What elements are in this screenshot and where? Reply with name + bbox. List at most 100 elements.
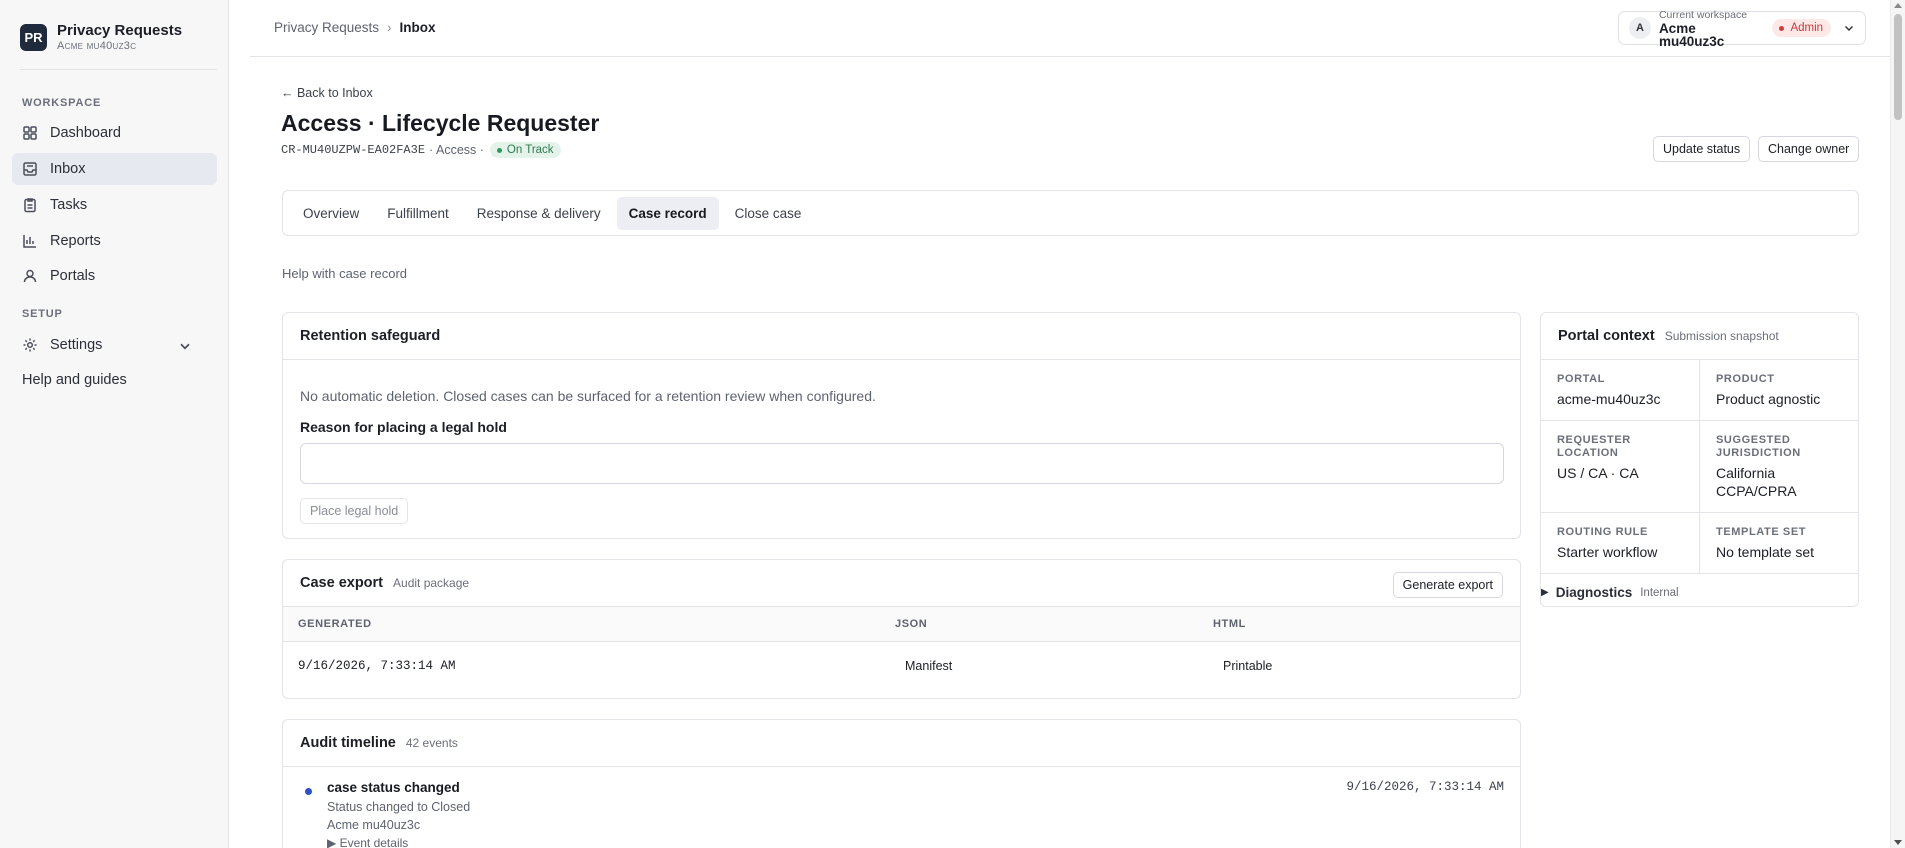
page-title: Access · Lifecycle Requester	[281, 110, 600, 136]
breadcrumb-current: Inbox	[399, 20, 436, 35]
request-type: · Access ·	[429, 143, 484, 157]
update-status-button[interactable]: Update status	[1653, 136, 1751, 162]
change-owner-button[interactable]: Change owner	[1758, 136, 1860, 162]
field-suggested-jurisdiction: SUGGESTED JURISDICTION California CCPA/C…	[1700, 421, 1858, 513]
field-value: Product agnostic	[1716, 391, 1821, 407]
portal-context-title: Portal context	[1558, 328, 1655, 344]
legal-hold-reason-label: Reason for placing a legal hold	[300, 419, 507, 435]
scroll-thumb[interactable]	[1894, 14, 1902, 120]
printable-link[interactable]: Printable	[1223, 659, 1272, 673]
event-details-toggle[interactable]: ▶ Event details	[327, 836, 408, 848]
sidebar-item-inbox[interactable]: Inbox	[12, 153, 217, 185]
timeline-dot	[305, 788, 312, 795]
workspace-switcher[interactable]: A Current workspace Acme mu40uz3c Admin	[1618, 8, 1866, 49]
brand-logo: PR	[20, 24, 47, 51]
field-value: California CCPA/CPRA	[1716, 465, 1797, 499]
diagnostics-sub: Internal	[1640, 586, 1679, 599]
retention-description: No automatic deletion. Closed cases can …	[300, 388, 876, 404]
column-json: JSON	[895, 618, 928, 630]
tab-close-case[interactable]: Close case	[723, 197, 814, 230]
sidebar-item-label: Dashboard	[50, 125, 121, 141]
gear-icon	[23, 338, 37, 352]
diagnostics-label: Diagnostics	[1555, 585, 1633, 600]
sidebar-item-tasks[interactable]: Tasks	[12, 189, 217, 221]
field-key: TEMPLATE SET	[1716, 526, 1807, 538]
tab-overview[interactable]: Overview	[291, 197, 371, 230]
diagnostics-toggle[interactable]: ▶ Diagnostics Internal	[1541, 585, 1679, 600]
brand-name: Privacy Requests	[57, 22, 183, 39]
workspace-section-label: WORKSPACE	[22, 97, 102, 109]
brand-divider	[20, 69, 217, 70]
page-scrollbar[interactable]	[1890, 0, 1905, 848]
status-badge: On Track	[489, 142, 561, 158]
sidebar-item-dashboard[interactable]: Dashboard	[12, 117, 217, 149]
place-legal-hold-button[interactable]: Place legal hold	[300, 498, 409, 524]
field-routing-rule: ROUTING RULE Starter workflow	[1541, 513, 1700, 574]
help-and-guides-link[interactable]: Help and guides	[22, 372, 127, 388]
retention-card: Retention safeguard No automatic deletio…	[282, 312, 1521, 539]
back-to-inbox-link[interactable]: ← Back to Inbox	[281, 86, 373, 100]
case-meta: CR-MU40UZPW-EA02FA3E · Access · On Track	[281, 142, 561, 158]
portals-icon	[23, 269, 37, 283]
tab-case-record[interactable]: Case record	[616, 196, 719, 230]
generate-export-button[interactable]: Generate export	[1392, 572, 1503, 598]
field-value: Starter workflow	[1557, 544, 1658, 560]
tab-fulfillment[interactable]: Fulfillment	[375, 197, 461, 230]
field-key: SUGGESTED JURISDICTION	[1716, 434, 1801, 459]
export-subtitle: Audit package	[393, 576, 470, 590]
event-actor: Acme mu40uz3c	[327, 818, 421, 832]
field-value: US / CA · CA	[1557, 465, 1639, 481]
workspace-name: Acme mu40uz3c	[1658, 20, 1725, 49]
scroll-up-icon[interactable]	[1894, 3, 1902, 8]
field-requester-location: REQUESTER LOCATION US / CA · CA	[1541, 421, 1700, 513]
export-generated-time: 9/16/2026, 7:33:14 AM	[298, 659, 456, 673]
sidebar-item-label: Inbox	[50, 161, 86, 177]
topbar: Privacy Requests › Inbox A Current workspa…	[250, 0, 1890, 57]
export-header: Case export Audit package Generate expor…	[283, 560, 1520, 607]
brand-workspace: Acme mu40uz3c	[57, 40, 137, 52]
export-table-header: GENERATED JSON HTML	[283, 607, 1520, 642]
tab-response-delivery[interactable]: Response & delivery	[465, 197, 613, 230]
table-row: 9/16/2026, 7:33:14 AM Manifest Printable	[283, 642, 1520, 690]
field-value: acme-mu40uz3c	[1557, 391, 1661, 407]
inbox-icon	[23, 162, 37, 176]
portal-context-header: Portal context Submission snapshot	[1541, 313, 1858, 360]
status-dot	[496, 147, 502, 153]
setup-section-label: SETUP	[22, 308, 63, 320]
event-detail: Status changed to Closed	[327, 800, 471, 814]
breadcrumb-parent[interactable]: Privacy Requests	[274, 20, 379, 35]
field-key: ROUTING RULE	[1557, 526, 1648, 538]
help-text: Help with case record	[282, 266, 407, 281]
audit-timeline-card: Audit timeline 42 events case status cha…	[282, 719, 1521, 848]
legal-hold-reason-input[interactable]	[300, 443, 1504, 484]
workspace-avatar: A	[1629, 17, 1651, 39]
manifest-link[interactable]: Manifest	[905, 659, 952, 673]
sidebar-item-settings[interactable]: Settings	[12, 329, 217, 361]
field-portal: PORTAL acme-mu40uz3c	[1541, 360, 1700, 421]
field-key: PORTAL	[1557, 373, 1606, 385]
sidebar-item-portals[interactable]: Portals	[12, 260, 217, 292]
audit-count: 42 events	[405, 736, 458, 750]
case-id: CR-MU40UZPW-EA02FA3E	[281, 143, 426, 157]
column-html: HTML	[1213, 618, 1246, 630]
breadcrumb-separator: ›	[387, 20, 392, 35]
sidebar-item-label: Settings	[50, 337, 103, 353]
column-generated: GENERATED	[298, 618, 372, 630]
workspace-label: Current workspace	[1658, 8, 1748, 21]
portal-context-card: Portal context Submission snapshot PORTA…	[1540, 312, 1859, 607]
tasks-icon	[24, 198, 36, 213]
role-label: Admin	[1790, 22, 1824, 34]
scroll-down-icon[interactable]	[1894, 840, 1902, 845]
reports-icon	[23, 235, 36, 248]
sidebar-item-label: Portals	[50, 268, 96, 284]
sidebar-item-label: Tasks	[50, 197, 88, 213]
case-tabs: Overview Fulfillment Response & delivery…	[282, 190, 1859, 236]
sidebar-item-reports[interactable]: Reports	[12, 225, 217, 257]
chevron-down-icon	[180, 343, 190, 350]
event-time: 9/16/2026, 7:33:14 AM	[1346, 780, 1504, 794]
sidebar-item-label: Reports	[50, 233, 101, 249]
brand[interactable]: PR Privacy Requests Acme mu40uz3c	[20, 22, 182, 53]
status-label: On Track	[506, 144, 554, 156]
chevron-down-icon	[1845, 25, 1854, 32]
field-value: No template set	[1716, 544, 1815, 560]
